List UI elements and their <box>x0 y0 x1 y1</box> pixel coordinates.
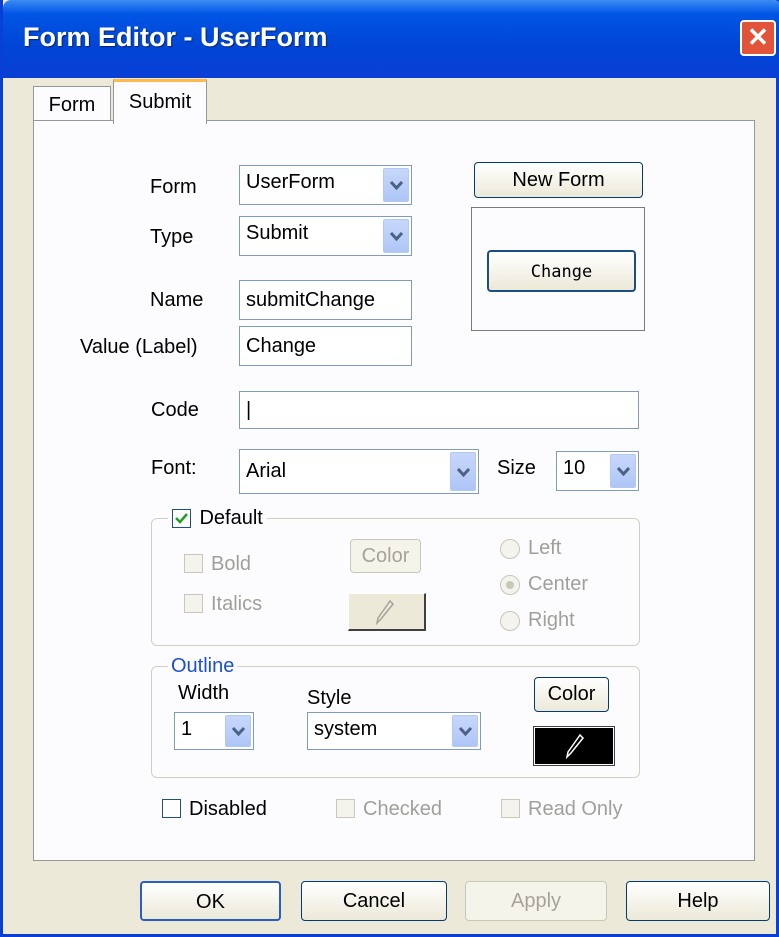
style-label: Style <box>307 687 352 709</box>
ok-button[interactable]: OK <box>140 881 281 921</box>
outline-color-button[interactable]: Color <box>534 677 609 712</box>
size-label: Size <box>497 457 536 479</box>
center-radio[interactable] <box>500 575 520 595</box>
size-select-value: 10 <box>563 457 586 479</box>
type-select-value: Submit <box>246 222 309 244</box>
italics-checkbox[interactable] <box>184 594 203 613</box>
width-select[interactable]: 1 <box>174 712 254 750</box>
left-label: Left <box>528 537 562 559</box>
width-label: Width <box>178 682 230 704</box>
code-label: Code <box>151 399 199 421</box>
default-color-button[interactable]: Color <box>350 539 421 573</box>
readonly-label: Read Only <box>528 798 623 820</box>
chevron-down-icon[interactable] <box>610 454 636 488</box>
bold-checkbox[interactable] <box>184 554 203 573</box>
checked-label: Checked <box>363 798 442 820</box>
type-select[interactable]: Submit <box>239 216 412 256</box>
center-label: Center <box>528 573 589 595</box>
help-button[interactable]: Help <box>626 881 770 921</box>
chevron-down-icon[interactable] <box>383 168 409 202</box>
bold-label: Bold <box>211 553 252 575</box>
tab-panel-submit: Form UserForm Type Submit Name submitCha… <box>33 120 755 861</box>
title-bar[interactable]: Form Editor - UserForm ✕ <box>3 0 779 78</box>
font-select[interactable]: Arial <box>239 449 479 494</box>
eyedropper-icon <box>565 733 585 759</box>
chevron-down-icon[interactable] <box>225 715 251 747</box>
button-preview-frame: Change <box>471 207 645 331</box>
value-input[interactable]: Change <box>239 326 412 366</box>
italics-label: Italics <box>211 593 263 615</box>
default-group-legend: Default <box>168 507 267 531</box>
form-label: Form <box>150 176 197 198</box>
close-button[interactable]: ✕ <box>740 20 776 56</box>
checkmark-icon <box>175 513 188 524</box>
checked-checkbox[interactable] <box>336 799 355 818</box>
cancel-button[interactable]: Cancel <box>301 881 447 921</box>
tab-submit[interactable]: Submit <box>113 79 207 124</box>
chevron-down-icon[interactable] <box>452 715 478 747</box>
right-radio[interactable] <box>500 611 520 631</box>
code-input[interactable]: | <box>239 391 639 429</box>
width-select-value: 1 <box>181 718 193 740</box>
type-label: Type <box>150 226 194 248</box>
size-select[interactable]: 10 <box>556 451 639 491</box>
form-select[interactable]: UserForm <box>239 165 412 205</box>
default-color-swatch[interactable] <box>348 593 426 631</box>
outline-legend: Outline <box>168 655 238 678</box>
style-select[interactable]: system <box>307 712 481 750</box>
readonly-checkbox[interactable] <box>501 799 520 818</box>
right-label: Right <box>528 609 575 631</box>
chevron-down-icon[interactable] <box>450 452 476 491</box>
value-label: Value (Label) <box>80 336 198 358</box>
name-input[interactable]: submitChange <box>239 280 412 320</box>
eyedropper-icon <box>375 599 395 625</box>
disabled-checkbox[interactable] <box>162 799 181 818</box>
default-checkbox[interactable] <box>172 509 191 528</box>
apply-button[interactable]: Apply <box>465 881 607 921</box>
dialog-window: Form Editor - UserForm ✕ Form Submit For… <box>0 0 779 937</box>
default-label: Default <box>199 507 263 529</box>
left-radio[interactable] <box>500 539 520 559</box>
outline-color-swatch[interactable] <box>533 726 615 766</box>
form-select-value: UserForm <box>246 171 335 193</box>
style-select-value: system <box>314 718 378 740</box>
disabled-label: Disabled <box>189 798 267 820</box>
window-title: Form Editor - UserForm <box>23 22 328 52</box>
font-label: Font: <box>151 457 197 479</box>
new-form-button[interactable]: New Form <box>474 162 643 198</box>
chevron-down-icon[interactable] <box>383 219 409 253</box>
tab-form[interactable]: Form <box>33 86 111 122</box>
font-select-value: Arial <box>246 460 287 482</box>
change-preview-button[interactable]: Change <box>487 250 636 292</box>
name-label: Name <box>150 289 204 311</box>
